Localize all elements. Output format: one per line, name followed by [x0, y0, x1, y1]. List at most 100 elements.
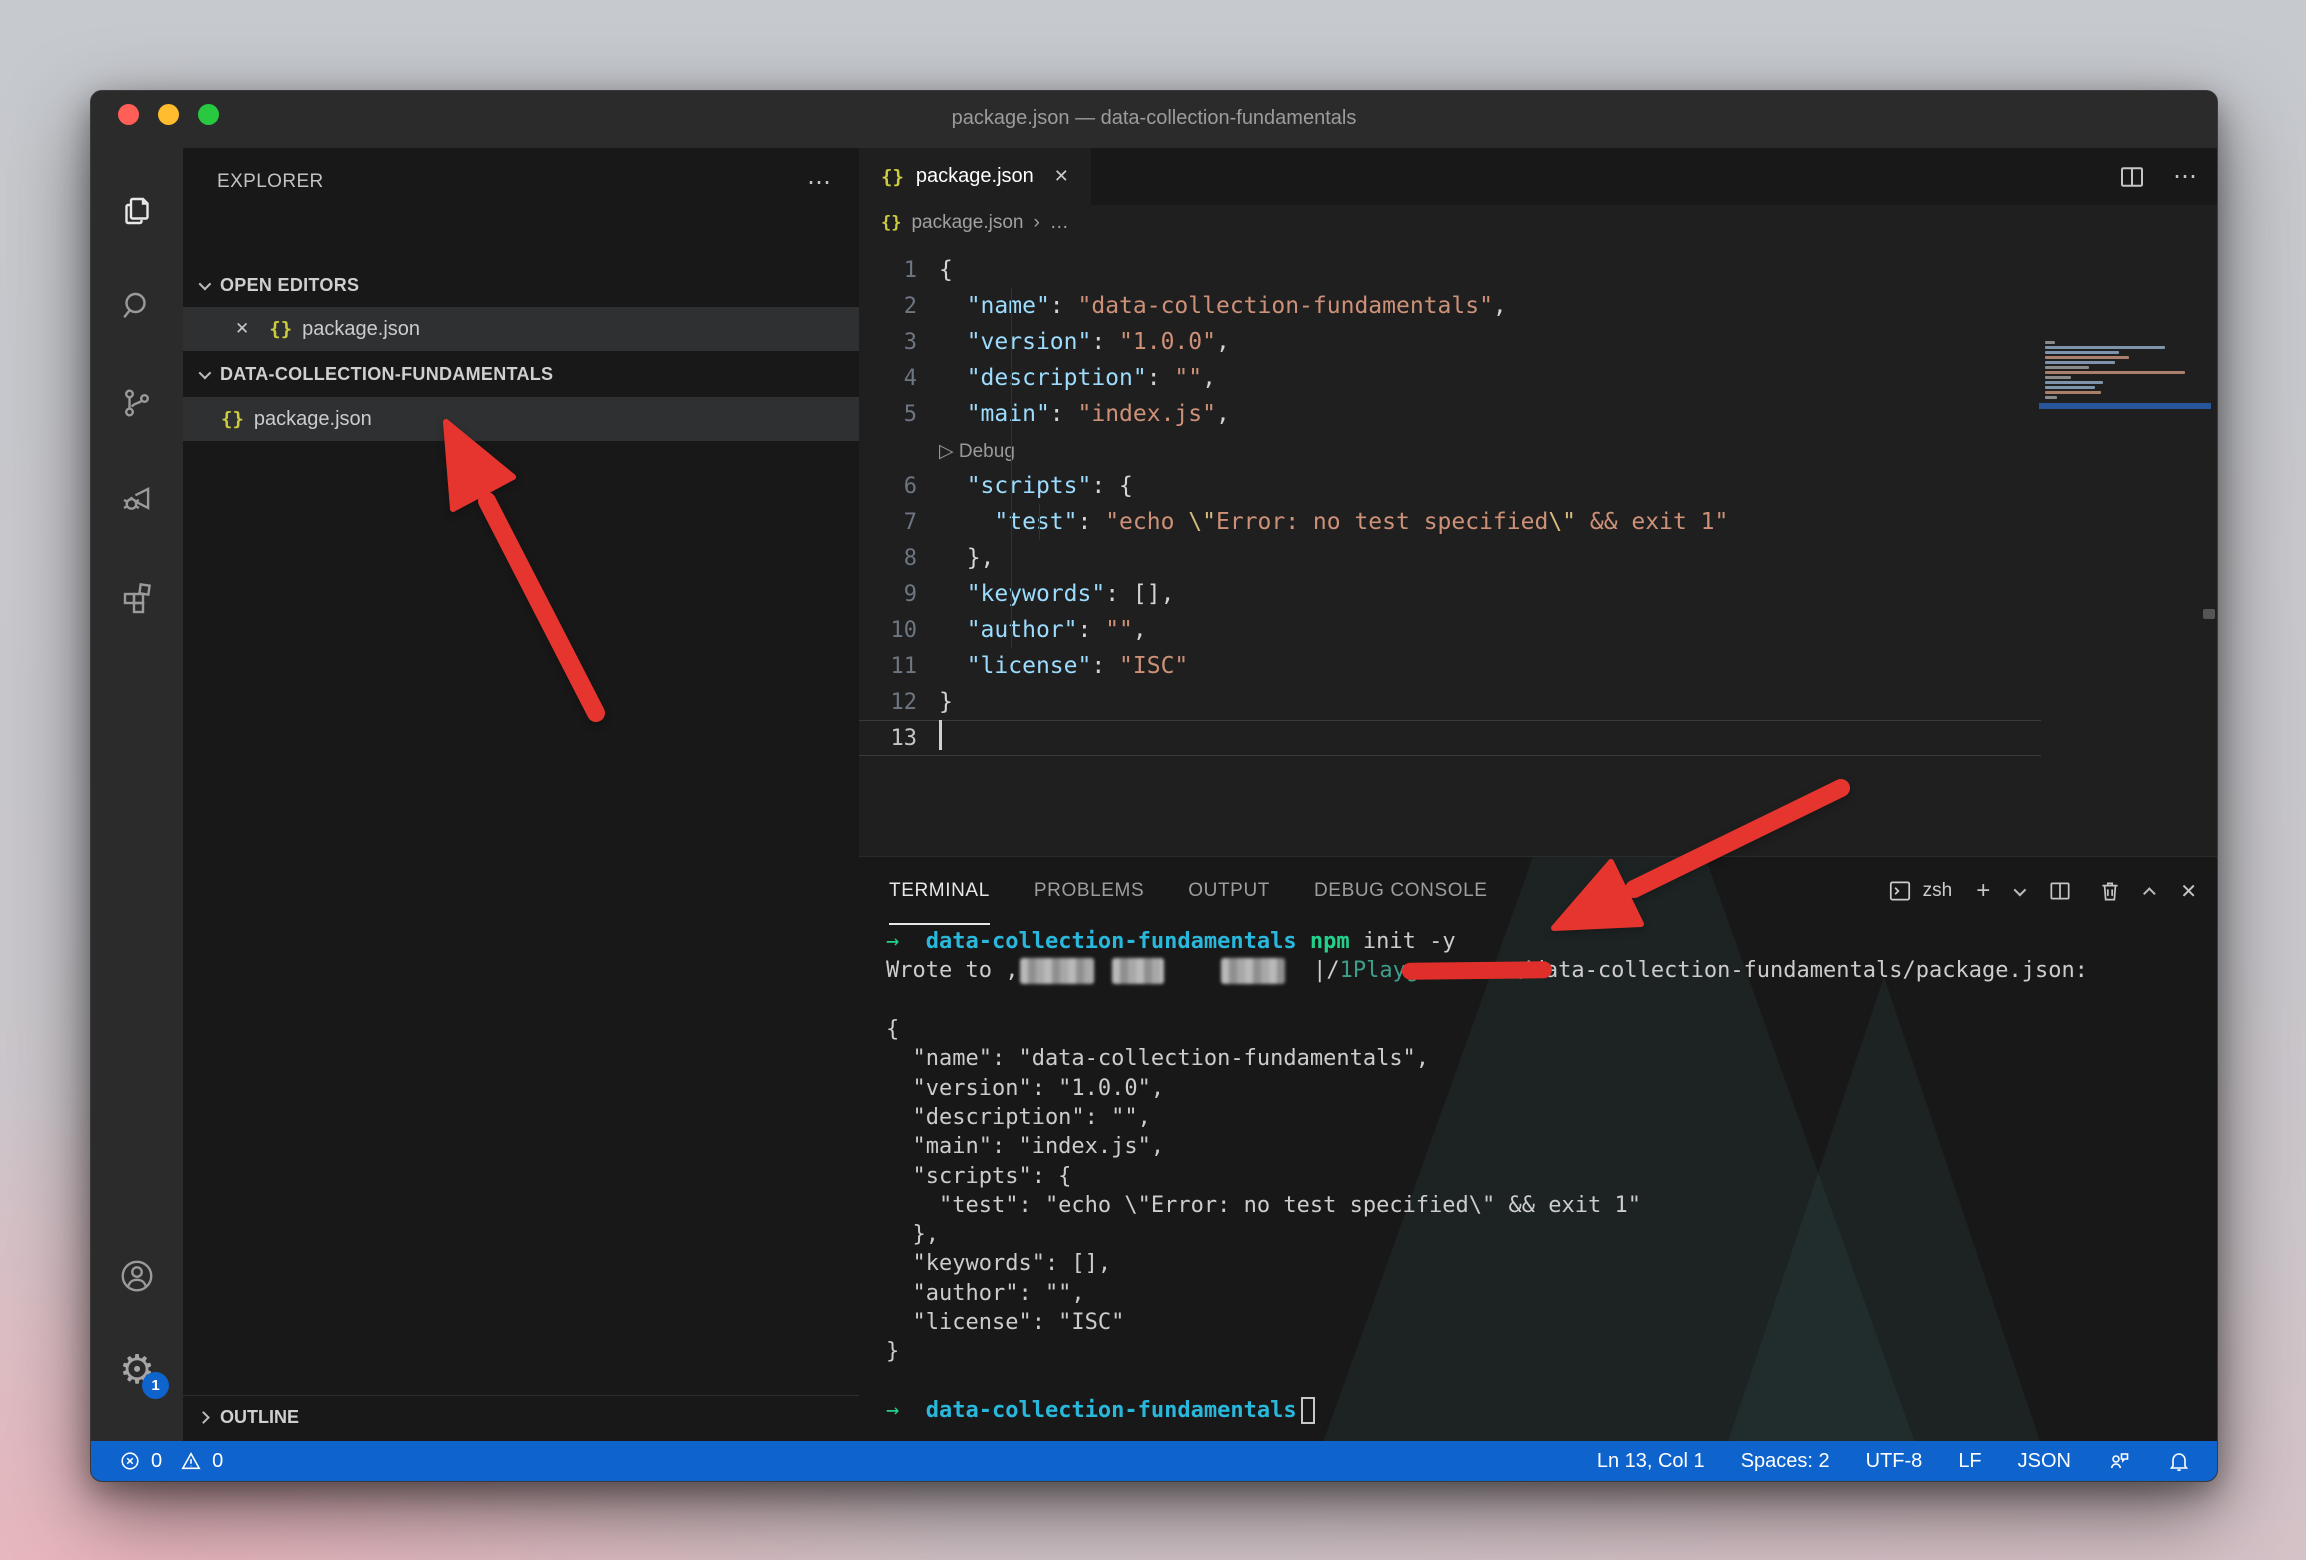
terminal-panel: TERMINALPROBLEMSOUTPUTDEBUG CONSOLE zsh … — [859, 856, 2218, 1443]
chevron-right-icon — [197, 1411, 210, 1424]
code-lines: 1{2 "name": "data-collection-fundamental… — [859, 252, 2218, 756]
more-actions-icon[interactable]: ⋯ — [2173, 162, 2199, 191]
warnings-icon — [180, 1450, 202, 1472]
code-line: 4 "description": "", — [859, 360, 2218, 396]
panel-tab-output[interactable]: OUTPUT — [1188, 857, 1270, 925]
vscode-window: package.json — data-collection-fundament… — [90, 90, 2218, 1482]
code-line: 9 "keywords": [], — [859, 576, 2218, 612]
terminal-line — [886, 1366, 2209, 1395]
code-line: 5 "main": "index.js", — [859, 396, 2218, 432]
file-item-package-json[interactable]: {} package.json — [183, 397, 859, 441]
workspace-folder-section[interactable]: DATA-COLLECTION-FUNDAMENTALS — [183, 351, 859, 397]
title-bar: package.json — data-collection-fundament… — [91, 91, 2217, 148]
code-line: 8 }, — [859, 540, 2218, 576]
code-line: 2 "name": "data-collection-fundamentals"… — [859, 288, 2218, 324]
terminal-line: "main": "index.js", — [886, 1132, 2209, 1161]
new-terminal-icon[interactable]: + — [1976, 877, 1990, 905]
terminal-line: "test": "echo \"Error: no test specified… — [886, 1191, 2209, 1220]
json-file-icon: {} — [881, 166, 904, 188]
minimap-current-line — [2039, 403, 2211, 409]
terminal-line: "author": "", — [886, 1279, 2209, 1308]
tab-package-json[interactable]: {} package.json ✕ — [859, 148, 1091, 205]
window-title: package.json — data-collection-fundament… — [91, 107, 2217, 130]
minimap-bars — [2045, 341, 2205, 399]
debug-codelens[interactable]: ▷ Debug — [939, 441, 1015, 462]
tab-close-icon[interactable]: ✕ — [1054, 166, 1069, 187]
terminal-cursor — [1301, 1397, 1315, 1424]
code-line: 6 "scripts": { — [859, 468, 2218, 504]
redacted-blur — [1020, 958, 1094, 984]
terminal-line: "keywords": [], — [886, 1249, 2209, 1278]
json-file-icon: {} — [269, 318, 292, 340]
editor-group: {} package.json ✕ ⋯ {} package.json › … … — [859, 148, 2218, 856]
terminal-line: → data-collection-fundamentals npm init … — [886, 927, 2209, 956]
terminal-line: "description": "", — [886, 1103, 2209, 1132]
red-strikethrough — [1402, 962, 1552, 981]
panel-tab-debug-console[interactable]: DEBUG CONSOLE — [1314, 857, 1488, 925]
terminal-line: → data-collection-fundamentals — [886, 1396, 2209, 1425]
code-editor[interactable]: 1{2 "name": "data-collection-fundamental… — [859, 241, 2218, 856]
outline-section[interactable]: OUTLINE — [183, 1395, 859, 1439]
close-icon[interactable]: ✕ — [235, 319, 249, 339]
panel-tab-terminal[interactable]: TERMINAL — [889, 857, 990, 925]
code-line: 11 "license": "ISC" — [859, 648, 2218, 684]
terminal-line: Wrote to , |/1Playgr/data-collection-fun… — [886, 956, 2209, 985]
feedback-icon[interactable] — [2107, 1449, 2131, 1473]
chevron-down-icon — [199, 366, 212, 379]
code-line: 10 "author": "", — [859, 612, 2218, 648]
status-bar: 0 0 Ln 13, Col 1 Spaces: 2 UTF-8 LF JSON — [91, 1441, 2217, 1481]
scrollbar-thumb[interactable] — [2203, 609, 2215, 619]
close-panel-icon[interactable]: ✕ — [2180, 879, 2197, 904]
open-editors-section[interactable]: OPEN EDITORS — [183, 263, 859, 307]
terminal-line: }, — [886, 1220, 2209, 1249]
search-icon[interactable] — [91, 271, 183, 341]
shell-selector[interactable]: zsh — [1887, 878, 1953, 904]
terminal-line: } — [886, 1337, 2209, 1366]
text-cursor — [939, 720, 942, 750]
explorer-sidebar: EXPLORER ⋯ OPEN EDITORS ✕ {} package.jso… — [183, 148, 859, 1441]
breadcrumb[interactable]: {} package.json › … — [859, 205, 2218, 241]
run-debug-icon[interactable] — [91, 465, 183, 535]
codelens-line: ▷ Debug — [859, 432, 2218, 468]
split-editor-icon[interactable] — [2117, 162, 2147, 192]
source-control-icon[interactable] — [91, 368, 183, 438]
terminal-line — [886, 986, 2209, 1015]
editor-tab-bar: {} package.json ✕ ⋯ — [859, 148, 2218, 205]
more-actions-icon[interactable]: ⋯ — [807, 168, 833, 197]
code-line: 3 "version": "1.0.0", — [859, 324, 2218, 360]
problems-status[interactable]: 0 0 — [91, 1450, 223, 1473]
minimap[interactable] — [2045, 341, 2205, 405]
terminal-line: "scripts": { — [886, 1161, 2209, 1190]
panel-tab-problems[interactable]: PROBLEMS — [1034, 857, 1144, 925]
maximize-panel-chevron-icon[interactable] — [2143, 887, 2156, 900]
terminal-line: "version": "1.0.0", — [886, 1073, 2209, 1102]
explorer-icon[interactable] — [91, 176, 183, 246]
terminal-output[interactable]: → data-collection-fundamentals npm init … — [886, 927, 2209, 1425]
json-file-icon: {} — [881, 213, 901, 233]
indent-guide — [1039, 504, 1040, 540]
status-item-spaces-2[interactable]: Spaces: 2 — [1741, 1450, 1830, 1473]
accounts-icon[interactable] — [91, 1241, 183, 1311]
split-terminal-icon[interactable] — [2047, 878, 2073, 904]
activity-bar: ⚙ 1 — [91, 148, 183, 1441]
status-item-json[interactable]: JSON — [2018, 1450, 2071, 1473]
warnings-count: 0 — [212, 1450, 223, 1473]
status-item-ln-13-col-1[interactable]: Ln 13, Col 1 — [1597, 1450, 1705, 1473]
status-right-items: Ln 13, Col 1 Spaces: 2 UTF-8 LF JSON — [1597, 1449, 2217, 1473]
code-line: 12} — [859, 684, 2218, 720]
code-line: 13 — [859, 720, 2041, 756]
notifications-bell-icon[interactable] — [2167, 1449, 2191, 1473]
errors-icon — [119, 1450, 141, 1472]
status-item-utf-8[interactable]: UTF-8 — [1866, 1450, 1923, 1473]
launch-profile-chevron-icon[interactable] — [2014, 883, 2027, 896]
terminal-line: "license": "ISC" — [886, 1308, 2209, 1337]
extensions-icon[interactable] — [91, 562, 183, 632]
panel-tabs: TERMINAL PROBLEMS OUTPUT DEBUG CONSOLE — [889, 857, 1488, 925]
status-item-lf[interactable]: LF — [1958, 1450, 1981, 1473]
open-editor-package-json[interactable]: ✕ {} package.json — [183, 307, 859, 351]
kill-terminal-trash-icon[interactable] — [2097, 878, 2123, 904]
settings-gear-icon[interactable]: ⚙ 1 — [91, 1335, 183, 1405]
redacted-blur — [1221, 958, 1285, 984]
indent-guide — [1011, 288, 1012, 648]
settings-badge: 1 — [142, 1372, 169, 1399]
